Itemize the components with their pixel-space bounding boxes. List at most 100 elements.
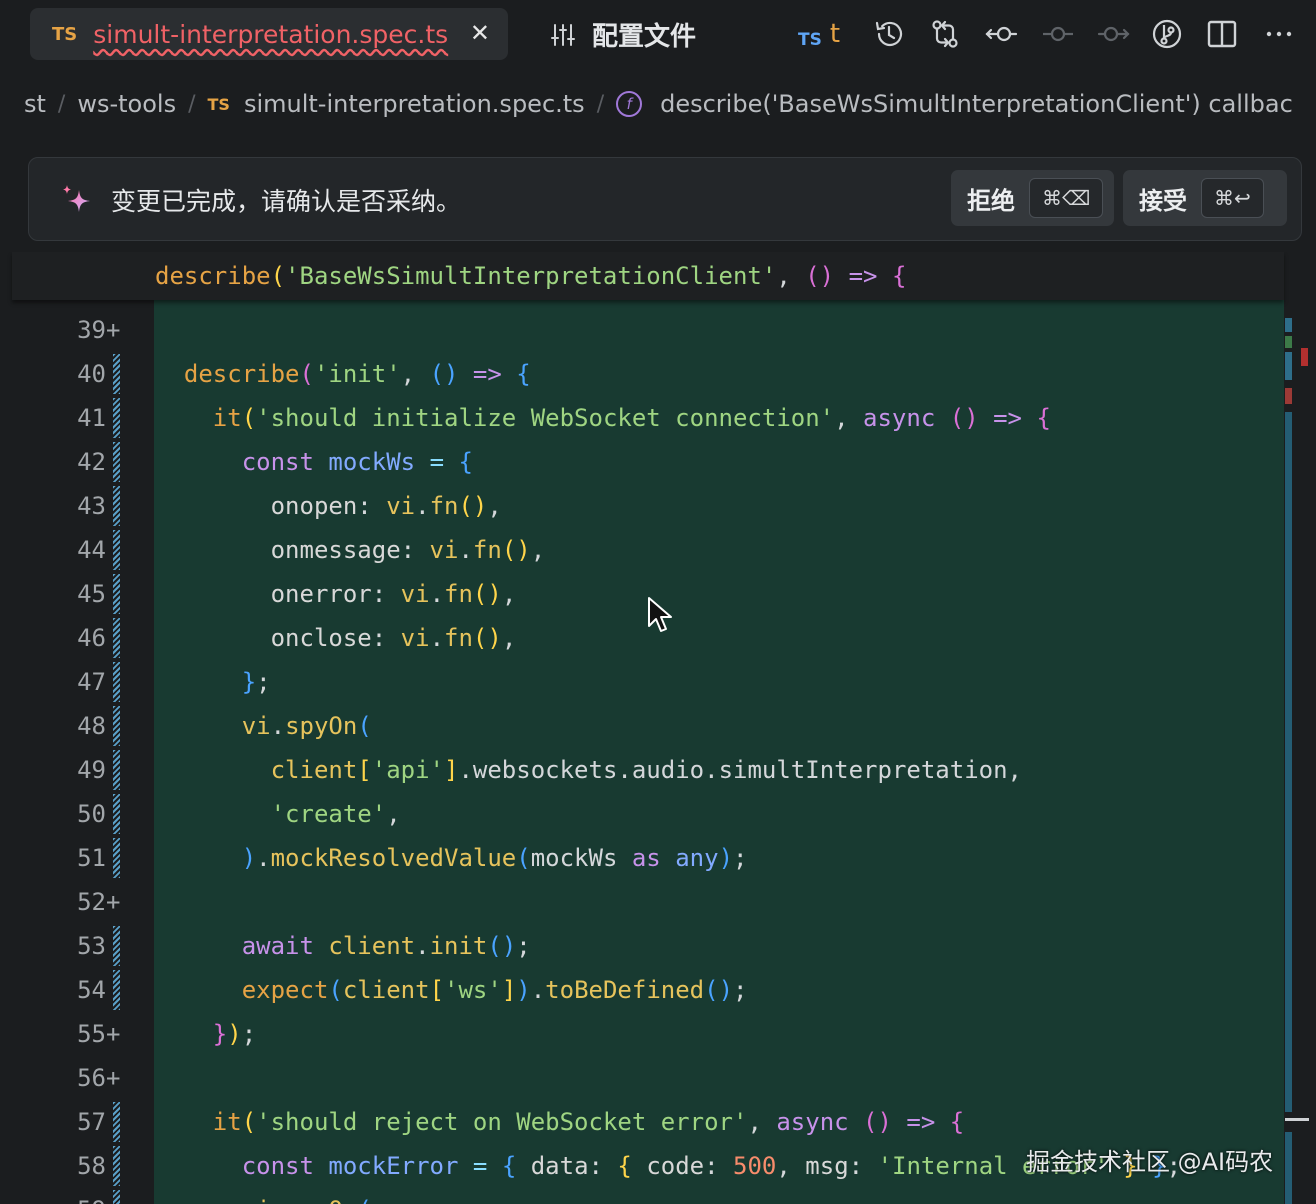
go-forward-icon xyxy=(1097,17,1131,51)
settings-sliders-icon xyxy=(551,23,575,46)
mouse-pointer-icon xyxy=(648,597,672,632)
reject-shortcut: ⌘⌫ xyxy=(1029,178,1104,218)
diff-modified-marker xyxy=(113,618,120,658)
line-number: 51 xyxy=(77,844,106,872)
line-number: 40 xyxy=(77,360,106,388)
go-back-icon[interactable] xyxy=(984,17,1018,51)
breadcrumb-separator: / xyxy=(188,91,196,117)
line-number: 45 xyxy=(77,580,106,608)
breadcrumb-separator: / xyxy=(57,91,66,117)
tab-simult-interpretation-spec[interactable]: TS simult-interpretation.spec.ts ✕ xyxy=(30,8,508,60)
accept-shortcut: ⌘↩ xyxy=(1201,178,1264,218)
diff-modified-marker xyxy=(113,354,120,394)
code-line[interactable]: describe('init', () => { xyxy=(155,352,531,396)
watermark: 掘金技术社区 @AI码农 xyxy=(1026,1148,1274,1176)
typescript-file-icon: TS xyxy=(798,30,822,50)
git-compare-icon[interactable] xyxy=(928,17,962,51)
ruler-mark xyxy=(1285,318,1292,332)
breadcrumb-item-ws-tools[interactable]: ws-tools xyxy=(77,90,176,118)
diff-modified-marker xyxy=(113,662,120,702)
diff-modified-marker xyxy=(113,926,120,966)
diff-modified-marker xyxy=(113,442,120,482)
diff-added-marker: + xyxy=(106,1064,121,1092)
code-line[interactable]: const mockWs = { xyxy=(155,440,473,484)
typescript-file-icon: TS xyxy=(52,23,78,45)
overview-ruler[interactable] xyxy=(1285,252,1316,1204)
split-editor-icon[interactable] xyxy=(1205,17,1239,51)
code-line[interactable]: }); xyxy=(155,1012,256,1056)
diff-added-marker: + xyxy=(106,1020,121,1048)
line-number: 49 xyxy=(77,756,106,784)
diff-modified-marker xyxy=(113,706,120,746)
code-line[interactable]: onclose: vi.fn(), xyxy=(155,616,517,660)
diff-modified-marker xyxy=(113,398,120,438)
line-number: 55 xyxy=(77,1020,106,1048)
line-number: 57 xyxy=(77,1108,106,1136)
line-number: 46 xyxy=(77,624,106,652)
line-number: 42 xyxy=(77,448,106,476)
code-line[interactable]: ).mockResolvedValue(mockWs as any); xyxy=(155,836,748,880)
breadcrumb-item-file[interactable]: simult-interpretation.spec.ts xyxy=(244,90,585,118)
line-number: 56 xyxy=(77,1064,106,1092)
breadcrumb: st / ws-tools / TS simult-interpretation… xyxy=(24,84,1293,124)
code-line[interactable]: expect(client['ws']).toBeDefined(); xyxy=(155,968,748,1012)
ruler-mark xyxy=(1285,352,1292,380)
ruler-error-mark xyxy=(1301,348,1308,366)
code-line[interactable]: 'create', xyxy=(155,792,401,836)
tab-settings[interactable]: 配置文件 xyxy=(550,16,696,53)
line-number: 39 xyxy=(77,316,106,344)
line-number: 41 xyxy=(77,404,106,432)
code-editor[interactable]: describe('BaseWsSimultInterpretationClie… xyxy=(0,252,1316,1204)
code-line[interactable]: it('should initialize WebSocket connecti… xyxy=(155,396,1051,440)
history-icon[interactable] xyxy=(872,17,906,51)
line-number: 53 xyxy=(77,932,106,960)
ruler-mark xyxy=(1285,388,1292,404)
diff-added-marker: + xyxy=(106,316,121,344)
accept-label: 接受 xyxy=(1139,186,1187,215)
close-icon[interactable]: ✕ xyxy=(470,19,490,47)
code-line[interactable]: onmessage: vi.fn(), xyxy=(155,528,546,572)
ai-sparkle-icon xyxy=(63,185,90,212)
code-line[interactable]: onerror: vi.fn(), xyxy=(155,572,517,616)
line-number: 59 xyxy=(40,1188,106,1204)
diff-added-marker: + xyxy=(106,888,121,916)
tab-next-file[interactable]: TS t xyxy=(798,19,840,52)
code-line[interactable]: it('should reject on WebSocket error', a… xyxy=(155,1100,964,1144)
diff-modified-marker xyxy=(113,574,120,614)
code-line[interactable]: }; xyxy=(155,660,271,704)
reject-button[interactable]: 拒绝 ⌘⌫ xyxy=(951,170,1114,226)
line-number: 44 xyxy=(77,536,106,564)
tab-title: simult-interpretation.spec.ts xyxy=(93,19,449,49)
breadcrumb-item-root[interactable]: st xyxy=(24,90,46,118)
notice-message: 变更已完成，请确认是否采纳。 xyxy=(111,187,462,216)
code-line[interactable]: onopen: vi.fn(), xyxy=(155,484,502,528)
diff-modified-marker xyxy=(113,794,120,834)
code-line[interactable]: vi.spyOn( xyxy=(155,1188,372,1204)
more-icon[interactable] xyxy=(1262,17,1296,51)
code-line[interactable]: await client.init(); xyxy=(155,924,531,968)
typescript-file-icon: TS xyxy=(207,94,230,114)
breadcrumb-separator: / xyxy=(596,91,605,117)
code-line[interactable]: client['api'].websockets.audio.simultInt… xyxy=(155,748,1022,792)
commit-icon xyxy=(1041,17,1075,51)
sticky-code-line: describe('BaseWsSimultInterpretationClie… xyxy=(155,262,907,290)
line-number: 50 xyxy=(77,800,106,828)
ai-change-notice: 变更已完成，请确认是否采纳。 拒绝 ⌘⌫ 接受 ⌘↩ xyxy=(28,157,1302,241)
reject-label: 拒绝 xyxy=(967,186,1015,215)
code-line[interactable]: vi.spyOn( xyxy=(155,704,372,748)
tab-bar: TS simult-interpretation.spec.ts ✕ 配置文件 … xyxy=(0,0,1316,70)
line-number: 58 xyxy=(77,1152,106,1180)
diff-modified-marker xyxy=(113,1146,120,1186)
diff-modified-marker xyxy=(113,1190,120,1204)
ruler-cursor-mark xyxy=(1285,1118,1309,1121)
breadcrumb-item-symbol[interactable]: describe('BaseWsSimultInterpretationClie… xyxy=(660,90,1293,118)
git-graph-icon[interactable] xyxy=(1150,17,1184,51)
line-number: 47 xyxy=(77,668,106,696)
diff-modified-marker xyxy=(113,530,120,570)
tab-settings-label: 配置文件 xyxy=(592,22,697,52)
diff-modified-marker xyxy=(113,838,120,878)
line-number: 54 xyxy=(77,976,106,1004)
diff-modified-marker xyxy=(113,1102,120,1142)
accept-button[interactable]: 接受 ⌘↩ xyxy=(1123,170,1287,226)
sticky-scroll-header[interactable]: describe('BaseWsSimultInterpretationClie… xyxy=(12,252,1284,300)
